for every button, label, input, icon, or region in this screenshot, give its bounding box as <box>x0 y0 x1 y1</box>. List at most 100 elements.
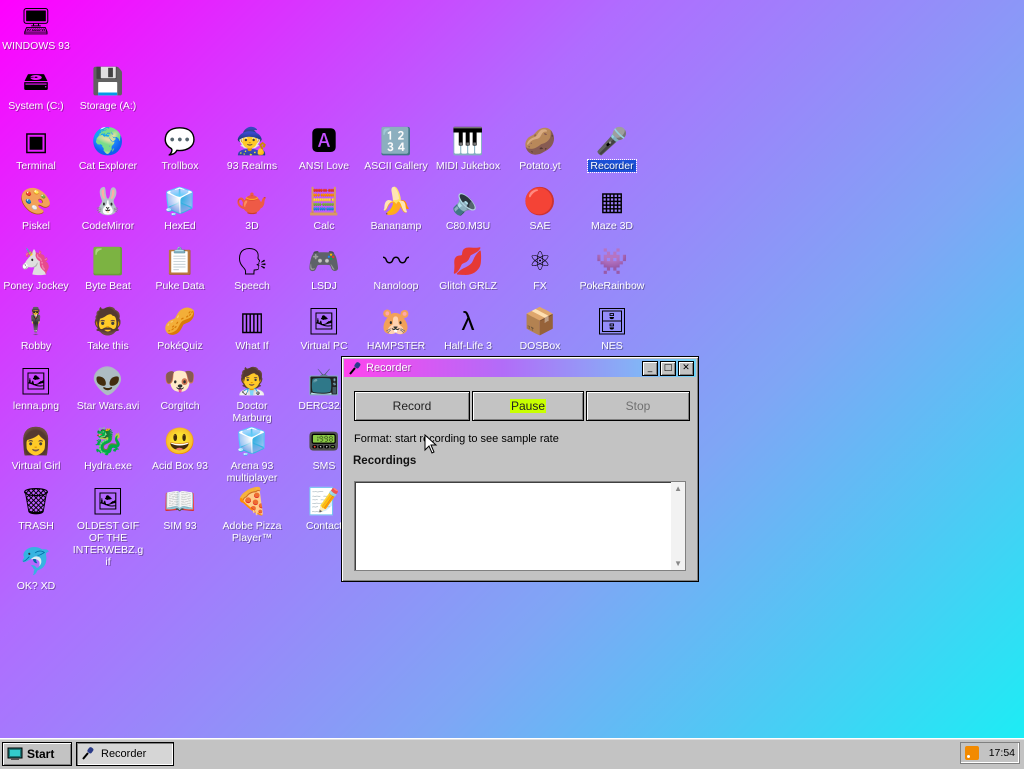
puke-data-icon: 📋 <box>163 246 197 276</box>
desktop-icon-trash[interactable]: 🗑 TRASH <box>0 484 72 532</box>
desktop-icon-label: Calc <box>313 220 335 232</box>
maximize-button[interactable]: □ <box>660 360 676 376</box>
desktop-icon-nanoloop[interactable]: 〰 Nanoloop <box>360 244 432 292</box>
desktop-icon-virtual-pc[interactable]: 🖼 Virtual PC <box>288 304 360 352</box>
desktop-icon-c80m3u[interactable]: 🔈 C80.M3U <box>432 184 504 232</box>
desktop-icon-system-c[interactable]: 🖴 System (C:) <box>0 64 72 112</box>
microphone-icon <box>347 360 363 376</box>
recordings-list[interactable]: ▲ ▼ <box>354 481 686 571</box>
desktop-icon-terminal[interactable]: ▣ Terminal <box>0 124 72 172</box>
desktop-icon-lsdj[interactable]: 🎮 LSDJ <box>288 244 360 292</box>
pause-button[interactable]: Pause <box>472 391 584 421</box>
desktop-icon-label: Nanoloop <box>373 280 419 292</box>
desktop-icon-maze-3d[interactable]: ▦ Maze 3D <box>576 184 648 232</box>
desktop-icon-trollbox[interactable]: 💬 Trollbox <box>144 124 216 172</box>
desktop-icon-label: MIDI Jukebox <box>435 160 501 172</box>
rss-icon[interactable] <box>965 746 979 760</box>
desktop-icon-pokeanalogy[interactable]: 🥜 PokéQuiz <box>144 304 216 352</box>
desktop-icon-star-wars-avi[interactable]: 👽 Star Wars.avi <box>72 364 144 412</box>
desktop-icon-label: PokéQuiz <box>157 340 203 352</box>
desktop-icon-label: SIM 93 <box>163 520 197 532</box>
desktop-icon-3d[interactable]: 🫖 3D <box>216 184 288 232</box>
minimize-button[interactable]: _ <box>642 360 658 376</box>
half-life-3-icon: λ <box>461 306 475 336</box>
desktop-icon-label: Trollbox <box>161 160 199 172</box>
desktop-icon-doctor-marburg[interactable]: 🧑‍⚕ Doctor Marburg <box>216 364 288 424</box>
ascii-gallery-icon: 🔢 <box>379 126 413 156</box>
desktop-icon-label: Adobe Pizza Player™ <box>222 520 282 544</box>
sms-icon: 📟 <box>307 426 341 456</box>
desktop-icon-calc[interactable]: 🧮 Calc <box>288 184 360 232</box>
desktop-icon-dosbox[interactable]: 📦 DOSBox <box>504 304 576 352</box>
recordings-scrollbar[interactable]: ▲ ▼ <box>671 482 685 570</box>
desktop-icon-robby[interactable]: 🕴 Robby <box>0 304 72 352</box>
desktop-icon-bananamp[interactable]: 🍌 Bananamp <box>360 184 432 232</box>
desktop-icon-93-realms[interactable]: 🧙 93 Realms <box>216 124 288 172</box>
desktop-icon-fx[interactable]: ⚛ FX <box>504 244 576 292</box>
desktop-icon-codemirror[interactable]: 🐰 CodeMirror <box>72 184 144 232</box>
windows93-logo-icon <box>7 746 23 762</box>
desktop-icon-label: Virtual Girl <box>11 460 61 472</box>
desktop-icon-windows93[interactable]: 🖥 WINDOWS 93 <box>0 4 72 52</box>
desktop-icon-hampster[interactable]: 🐹 HAMPSTER <box>360 304 432 352</box>
desktop-icon-pokerainbow[interactable]: 👾 PokeRainbow <box>576 244 648 292</box>
desktop-icon-label: PokeRainbow <box>579 280 645 292</box>
desktop-icon-speech[interactable]: 🗣 Speech <box>216 244 288 292</box>
scroll-down-icon[interactable]: ▼ <box>674 559 682 568</box>
hydra-exe-icon: 🐉 <box>91 426 125 456</box>
desktop-icon-sae[interactable]: 🔴 SAE <box>504 184 576 232</box>
desktop-icon-recorder[interactable]: 🎤 Recorder <box>576 124 648 173</box>
sim-93-icon: 📖 <box>163 486 197 516</box>
desktop-icon-virtual-girl[interactable]: 👩 Virtual Girl <box>0 424 72 472</box>
desktop-icon-hydra-exe[interactable]: 🐉 Hydra.exe <box>72 424 144 472</box>
desktop-icon-label: Half-Life 3 <box>444 340 492 352</box>
stop-button[interactable]: Stop <box>586 391 690 421</box>
desktop-icon-label: Potato.yt <box>519 160 561 172</box>
recorder-window[interactable]: Recorder _ □ ✕ Record Pause Stop Format:… <box>341 356 699 582</box>
desktop-icon-adobe-pizza[interactable]: 🍕 Adobe Pizza Player™ <box>216 484 288 544</box>
desktop-icon-ascii-gallery[interactable]: 🔢 ASCII Gallery <box>360 124 432 172</box>
desktop-icon-potato-yt[interactable]: 🥔 Potato.yt <box>504 124 576 172</box>
desktop-icon-label: OK? XD <box>16 580 56 592</box>
desktop-icon-label: ANSI Love <box>298 160 350 172</box>
desktop-icon-hexed[interactable]: 🧊 HexEd <box>144 184 216 232</box>
desktop-icon-label: 93 Realms <box>226 160 278 172</box>
microphone-icon <box>81 746 97 762</box>
close-button[interactable]: ✕ <box>678 360 694 376</box>
desktop-icon-lenna-png[interactable]: 🖼 lenna.png <box>0 364 72 412</box>
desktop-icon-acid-box-93[interactable]: 😃 Acid Box 93 <box>144 424 216 472</box>
taskbar-recorder-button[interactable]: Recorder <box>76 742 174 766</box>
record-label: Record <box>392 399 432 413</box>
desktop-icon-cat-explorer[interactable]: 🌍 Cat Explorer <box>72 124 144 172</box>
fx-icon: ⚛ <box>528 246 552 276</box>
desktop-icon-poney-jockey[interactable]: 🦄 Poney Jockey <box>0 244 72 292</box>
maze-3d-icon: ▦ <box>599 186 625 216</box>
desktop-icon-byte-beat[interactable]: 🟩 Byte Beat <box>72 244 144 292</box>
desktop-icon-label: TRASH <box>18 520 54 532</box>
scroll-up-icon[interactable]: ▲ <box>674 484 682 493</box>
dosbox-icon: 📦 <box>523 306 557 336</box>
desktop-icon-label: What If <box>235 340 269 352</box>
desktop-icon-sim-93[interactable]: 📖 SIM 93 <box>144 484 216 532</box>
desktop-icon-what-if[interactable]: ▥ What If <box>216 304 288 352</box>
desktop-icon-piskel[interactable]: 🎨 Piskel <box>0 184 72 232</box>
desktop-icon-arena-93[interactable]: 🧊 Arena 93 multiplayer <box>216 424 288 484</box>
desktop-icon-puke-data[interactable]: 📋 Puke Data <box>144 244 216 292</box>
desktop-icon-oldest-gif[interactable]: 🖼 OLDEST GIF OF THE INTERWEBZ.gif <box>72 484 144 568</box>
record-button[interactable]: Record <box>354 391 470 421</box>
start-button[interactable]: Start <box>2 742 72 766</box>
desktop-icon-storage-a[interactable]: 💾 Storage (A:) <box>72 64 144 112</box>
desktop-icon-ok-xd[interactable]: 🐬 OK? XD <box>0 544 72 592</box>
desktop-icon-take-this[interactable]: 🧔 Take this <box>72 304 144 352</box>
format-text: Format: start recording to see sample ra… <box>354 433 559 445</box>
desktop-icon-label: OLDEST GIF OF THE INTERWEBZ.gif <box>72 520 144 568</box>
desktop-icon-nes[interactable]: 🗄 NES <box>576 304 648 352</box>
desktop-icon-half-life-3[interactable]: λ Half-Life 3 <box>432 304 504 352</box>
desktop-icon-corgitch[interactable]: 🐶 Corgitch <box>144 364 216 412</box>
desktop-icon-ansi-love[interactable]: 🅰 ANSI Love <box>288 124 360 172</box>
desktop-icon-label: Robby <box>20 340 52 352</box>
desktop-icon-midi-jukebox[interactable]: 🎹 MIDI Jukebox <box>432 124 504 172</box>
window-titlebar[interactable]: Recorder _ □ ✕ <box>344 359 696 377</box>
desktop-icon-glitch-grlz[interactable]: 💋 Glitch GRLZ <box>432 244 504 292</box>
ansi-love-icon: 🅰 <box>310 126 337 156</box>
